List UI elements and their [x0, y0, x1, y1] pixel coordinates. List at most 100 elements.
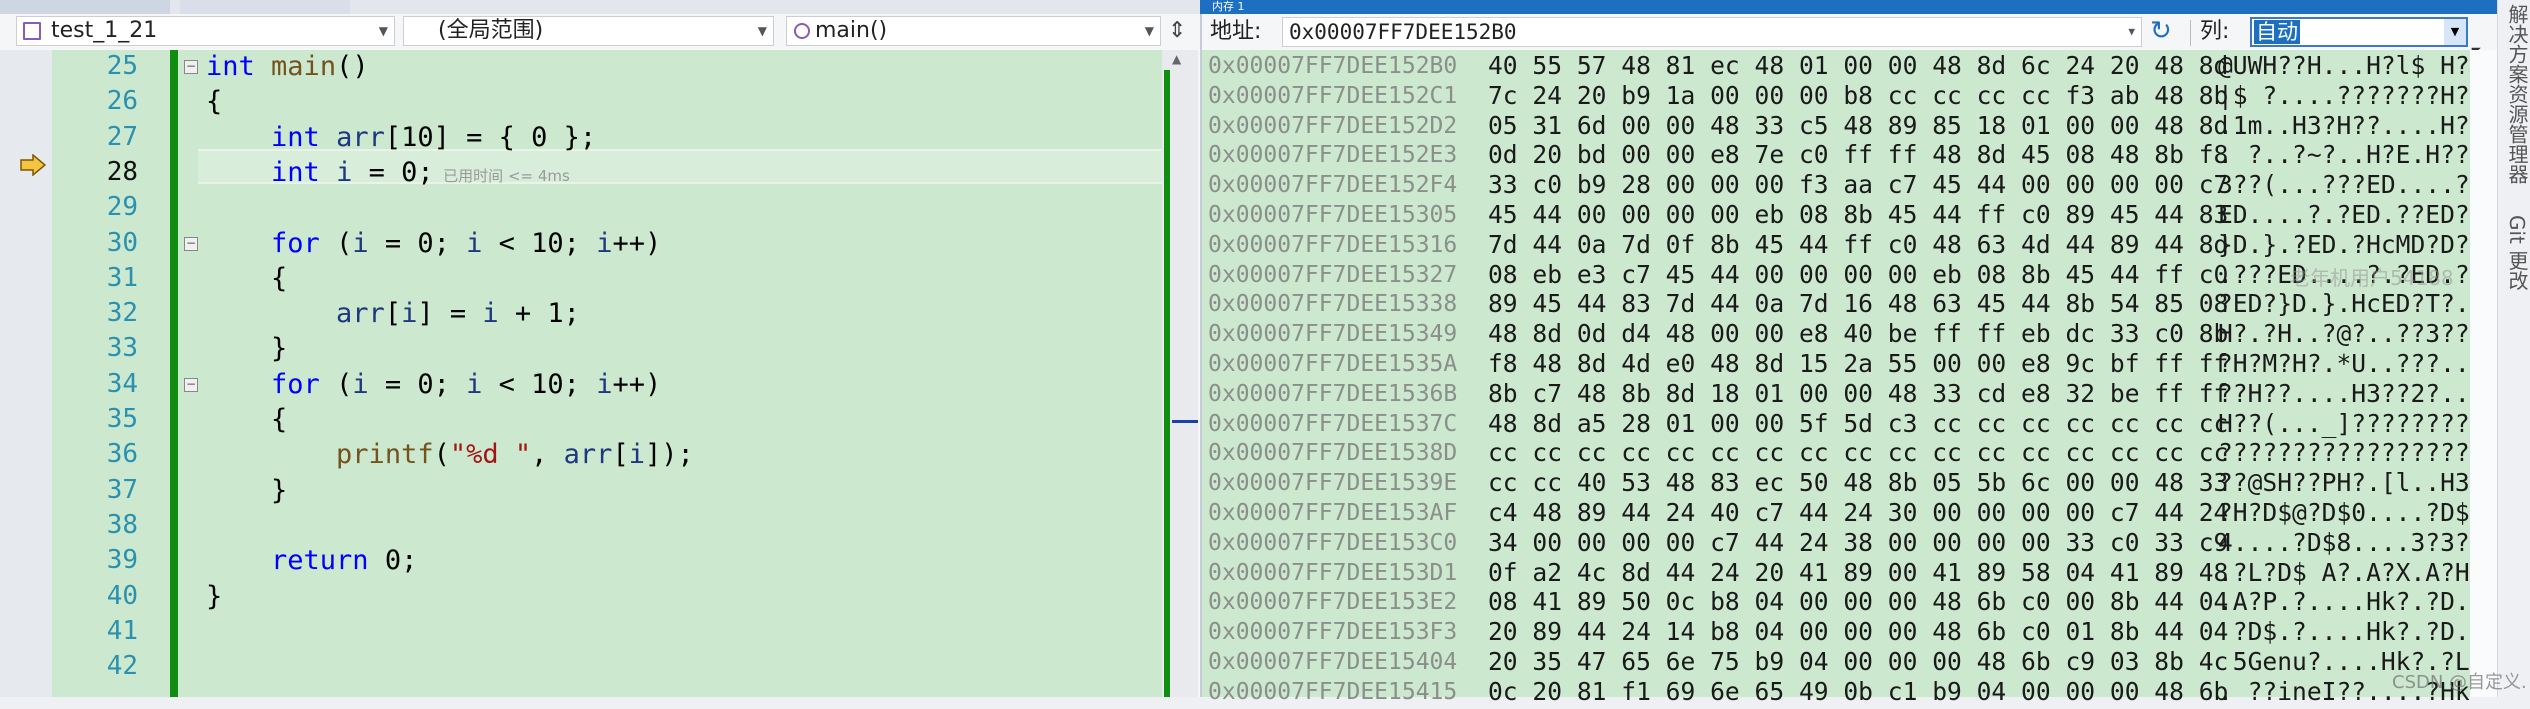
memory-ascii: }D.}.?ED.?HcMD?D? [2218, 229, 2470, 259]
memory-hex-bytes: 89 45 44 83 7d 44 0a 7d 16 48 63 45 44 8… [1488, 289, 2229, 319]
memory-row: 0x00007FF7DEE15316 7d 44 0a 7d 0f 8b 45 4… [1208, 230, 2470, 260]
chevron-down-icon[interactable]: ▼ [2444, 19, 2466, 45]
refresh-icon[interactable]: ↻ [2150, 16, 2172, 46]
memory-scrollbar[interactable] [2470, 50, 2497, 697]
code-token: } [206, 580, 223, 612]
memory-address: 0x00007FF7DEE152C1 [1208, 82, 1458, 109]
code-token: [10] = { 0 }; [384, 121, 597, 153]
memory-address: 0x00007FF7DEE15404 [1208, 649, 1458, 675]
memory-ascii: ??H??....H3??2?.. [2218, 378, 2470, 408]
memory-row: 0x00007FF7DEE1538D cc cc cc cc cc cc cc c… [1208, 438, 2470, 468]
memory-row: 0x00007FF7DEE153D1 0f a2 4c 8d 44 24 20 4… [1208, 558, 2470, 588]
memory-row: 0x00007FF7DEE1536B 8b c7 48 8b 8d 18 01 0… [1208, 379, 2470, 409]
solution-explorer-tab[interactable]: 解决方案资源管理器 [2503, 4, 2530, 184]
split-window-icon[interactable]: ⇕ [1168, 18, 1186, 43]
code-token: ] = [417, 298, 483, 330]
code-token: i [466, 368, 483, 400]
code-token: int [271, 156, 320, 188]
member-dropdown[interactable]: main() ▼ [786, 16, 1161, 46]
line-number: 32 [106, 298, 138, 329]
memory-ascii: . ?..?~?..H?E.H?? [2218, 140, 2470, 170]
fold-toggle-icon[interactable]: − [184, 236, 198, 251]
line-number: 37 [106, 474, 138, 505]
memory-ascii: ?H?M?H?.*U..???.. [2218, 349, 2470, 378]
line-number: 30 [106, 227, 138, 258]
code-token: i [352, 227, 369, 259]
code-token: i [628, 439, 645, 471]
fold-toggle-icon[interactable]: − [184, 377, 198, 392]
user-watermark: 老年机用户54188 [2290, 266, 2454, 290]
perf-tip[interactable]: 已用时间 <= 4ms [443, 167, 570, 185]
memory-row: 0x00007FF7DEE152D2 05 31 6d 00 00 48 33 c… [1208, 111, 2470, 141]
chevron-down-icon[interactable]: ▼ [2128, 18, 2135, 46]
memory-ascii: H?.?H..?@?..??3?? [2218, 319, 2470, 349]
line-number: 38 [106, 509, 138, 540]
code-token: "%d " [449, 439, 532, 471]
line-number: 27 [106, 121, 138, 152]
code-token: [ [384, 298, 402, 330]
memory-address: 0x00007FF7DEE15349 [1208, 321, 1458, 348]
editor-tab[interactable] [180, 0, 350, 14]
memory-hex-bytes: c4 48 89 44 24 40 c7 44 24 30 00 00 00 0… [1488, 498, 2229, 527]
code-token: ( [319, 227, 353, 259]
code-line: } [206, 473, 287, 508]
memory-ascii: 3??(...???ED....? [2218, 170, 2470, 200]
scrollbar-change-marker [1164, 70, 1170, 697]
memory-hex-bytes: 7c 24 20 b9 1a 00 00 00 b8 cc cc cc cc f… [1488, 80, 2229, 110]
memory-address: 0x00007FF7DEE153AF [1208, 500, 1458, 526]
git-changes-tab[interactable]: Git 更改 [2503, 215, 2530, 290]
code-token: i [482, 298, 499, 330]
memory-hex-bytes: 34 00 00 00 00 c7 44 24 38 00 00 00 00 3… [1488, 527, 2229, 557]
code-token: { [206, 404, 288, 435]
chevron-down-icon: ▼ [757, 24, 767, 38]
code-token: = 0; [368, 227, 467, 259]
editor-tab-strip [0, 0, 1200, 14]
editor-tab[interactable] [0, 0, 170, 14]
chevron-down-icon: ▼ [378, 24, 388, 38]
memory-ascii: @UWH??H...H?l$ H? [2218, 51, 2470, 80]
project-dropdown[interactable]: test_1_21 ▼ [16, 16, 395, 46]
columns-dropdown[interactable]: 自动 ▼ [2250, 17, 2468, 47]
scope-dropdown[interactable]: (全局范围) ▼ [403, 16, 774, 46]
scroll-up-icon[interactable]: ▲ [1172, 52, 1181, 66]
memory-address: 0x00007FF7DEE15316 [1208, 231, 1458, 258]
line-number: 41 [106, 615, 138, 646]
memory-ascii: H??(..._]???????? [2218, 408, 2470, 438]
current-statement-arrow-icon [20, 153, 47, 177]
line-number: 42 [106, 651, 138, 682]
code-line: for (i = 0; i < 10; i++) [206, 367, 661, 402]
code-token: } [206, 474, 288, 506]
address-input-value: 0x00007FF7DEE152B0 [1289, 20, 1517, 44]
memory-hex-bytes: 0c 20 81 f1 69 6e 65 49 0b c1 b9 04 00 0… [1488, 676, 2229, 706]
memory-address: 0x00007FF7DEE153C0 [1208, 529, 1458, 556]
code-token: ++) [612, 227, 662, 259]
memory-row: 0x00007FF7DEE1535A f8 48 8d 4d e0 48 8d 1… [1208, 349, 2470, 379]
memory-row: 0x00007FF7DEE1537C 48 8d a5 28 01 00 00 5… [1208, 409, 2470, 439]
scope-dropdown-value: (全局范围) [438, 18, 544, 43]
line-number: 35 [106, 404, 138, 434]
address-input[interactable]: 0x00007FF7DEE152B0 ▼ [1282, 17, 2142, 47]
code-line: } [206, 331, 287, 366]
memory-row: 0x00007FF7DEE15327 08 eb e3 c7 45 44 00 0… [1208, 260, 2470, 290]
code-token: arr [563, 439, 613, 471]
line-number: 34 [106, 368, 138, 399]
line-number: 33 [106, 333, 138, 364]
memory-hex-bytes: 0d 20 bd 00 00 e8 7e c0 ff ff 48 8d 45 0… [1488, 140, 2229, 170]
memory-address: 0x00007FF7DEE152E3 [1208, 142, 1458, 169]
fold-toggle-icon[interactable]: − [184, 60, 198, 74]
code-token: = 0; [368, 368, 467, 400]
code-token: arr [336, 121, 385, 153]
code-token: i [336, 156, 353, 188]
memory-hex-bytes: 20 89 44 24 14 b8 04 00 00 00 48 6b c0 0… [1488, 617, 2229, 647]
code-line: return 0; [206, 543, 417, 578]
memory-row: 0x00007FF7DEE1539E cc cc 40 53 48 83 ec 5… [1208, 468, 2470, 498]
code-line: { [206, 402, 287, 437]
code-token: i [596, 227, 613, 259]
memory-row: 0x00007FF7DEE153E2 08 41 89 50 0c b8 04 0… [1208, 587, 2470, 617]
code-token: i [596, 368, 613, 400]
